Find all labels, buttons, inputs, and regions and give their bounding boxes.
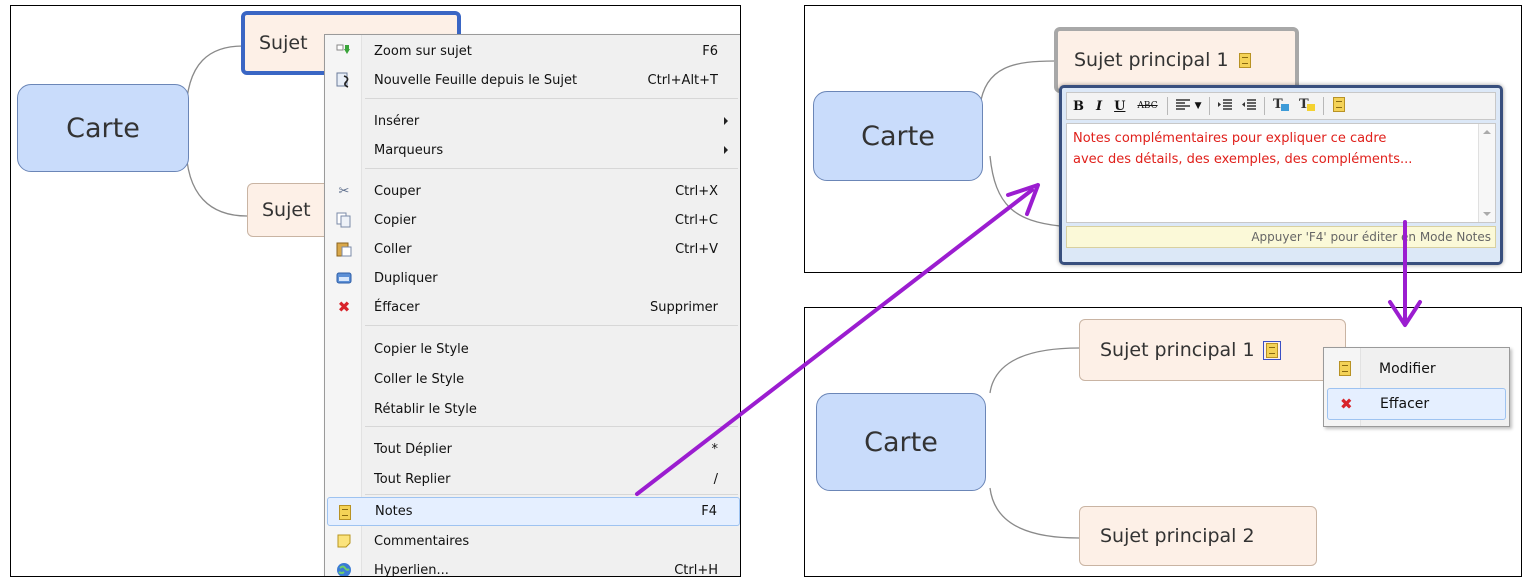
scrollbar[interactable] <box>1478 124 1495 222</box>
notes-icon <box>337 504 353 520</box>
menu-separator <box>365 494 738 495</box>
left-screenshot-panel: Carte Sujet Sujet Zoom sur sujet F6 Nouv… <box>10 5 741 577</box>
highlight-color-icon[interactable]: T <box>1298 96 1316 116</box>
outdent-icon[interactable] <box>1241 97 1257 116</box>
menu-item-collapse-all[interactable]: Tout Replier / <box>327 465 740 493</box>
topic-label: Sujet principal 1 <box>1100 339 1255 361</box>
zoom-topic-icon <box>336 43 352 59</box>
italic-button[interactable]: I <box>1096 99 1102 114</box>
globe-icon <box>336 562 352 576</box>
notes-icon <box>1339 361 1351 380</box>
note-editor: B I U ABC ▼ T T Notes complémentaires po… <box>1059 85 1503 265</box>
central-topic[interactable]: Carte <box>816 393 986 491</box>
text-color-icon[interactable]: T <box>1272 96 1290 116</box>
note-popup-menu: Modifier ✖ Effacer <box>1323 347 1510 427</box>
delete-x-icon: ✖ <box>337 298 351 316</box>
menu-item-paste-style[interactable]: Coller le Style <box>327 365 740 393</box>
bottom-right-screenshot-panel: Carte Sujet principal 1 Sujet principal … <box>804 307 1522 577</box>
top-right-screenshot-panel: Carte Sujet principal 1 B I U ABC ▼ T T … <box>804 5 1522 273</box>
menu-separator <box>365 168 738 169</box>
menu-item-comments[interactable]: Commentaires <box>327 527 740 555</box>
central-topic[interactable]: Carte <box>17 84 189 172</box>
toolbar-separator <box>1166 97 1168 115</box>
topic-label: Sujet principal 1 <box>1074 49 1229 71</box>
duplicate-icon <box>336 270 352 286</box>
menu-separator <box>365 98 738 99</box>
note-text: Notes complémentaires pour expliquer ce … <box>1073 131 1413 167</box>
menu-item-modify[interactable]: Modifier <box>1327 353 1506 385</box>
central-topic-label: Carte <box>861 120 935 152</box>
scissors-icon: ✂ <box>338 183 350 199</box>
topic-label: Sujet principal 2 <box>1100 525 1255 547</box>
menu-item-copy[interactable]: Copier Ctrl+C <box>327 206 740 234</box>
menu-item-delete[interactable]: ✖ Éffacer Supprimer <box>327 293 740 321</box>
menu-item-new-sheet[interactable]: Nouvelle Feuille depuis le Sujet Ctrl+Al… <box>327 66 740 94</box>
main-topic-1[interactable]: Sujet principal 1 <box>1054 27 1299 93</box>
menu-item-duplicate[interactable]: Dupliquer <box>327 264 740 292</box>
menu-item-zoom[interactable]: Zoom sur sujet F6 <box>327 37 740 65</box>
main-topic-1[interactable]: Sujet principal 1 <box>1079 319 1346 381</box>
main-topic-2[interactable]: Sujet principal 2 <box>1079 506 1317 566</box>
paste-icon <box>336 241 352 257</box>
menu-item-expand-all[interactable]: Tout Déplier * <box>327 435 740 463</box>
indent-icon[interactable] <box>1217 97 1233 116</box>
notes-icon[interactable] <box>1262 340 1281 360</box>
chevron-down-icon[interactable]: ▼ <box>1195 101 1202 111</box>
underline-button[interactable]: U <box>1114 99 1125 114</box>
toolbar-separator <box>1263 97 1265 115</box>
central-topic-label: Carte <box>66 112 140 144</box>
menu-item-notes[interactable]: Notes F4 <box>327 497 740 526</box>
strikethrough-button[interactable]: ABC <box>1137 101 1157 111</box>
toolbar-separator <box>1322 97 1324 115</box>
copy-icon <box>336 212 352 228</box>
align-left-icon[interactable] <box>1175 97 1191 116</box>
menu-separator <box>365 325 738 326</box>
comment-icon <box>336 533 352 549</box>
new-sheet-icon <box>336 72 352 88</box>
note-hint: Appuyer 'F4' pour éditer en Mode Notes <box>1066 226 1496 248</box>
note-text-area[interactable]: Notes complémentaires pour expliquer ce … <box>1066 123 1496 223</box>
central-topic-label: Carte <box>864 426 938 458</box>
toolbar-separator <box>1208 97 1210 115</box>
submenu-arrow-icon <box>724 117 728 125</box>
context-menu: Zoom sur sujet F6 Nouvelle Feuille depui… <box>324 34 740 576</box>
central-topic[interactable]: Carte <box>813 91 983 181</box>
note-toolbar: B I U ABC ▼ T T <box>1066 92 1496 120</box>
menu-item-cut[interactable]: ✂ Couper Ctrl+X <box>327 177 740 205</box>
menu-separator <box>365 426 738 427</box>
notes-icon[interactable] <box>1238 52 1251 68</box>
topic-label: Sujet <box>259 32 308 54</box>
submenu-arrow-icon <box>724 146 728 154</box>
menu-item-reset-style[interactable]: Rétablir le Style <box>327 395 740 423</box>
menu-item-delete[interactable]: ✖ Effacer <box>1327 388 1506 420</box>
menu-item-insert[interactable]: Insérer <box>327 107 740 135</box>
menu-item-paste[interactable]: Coller Ctrl+V <box>327 235 740 263</box>
topic-label: Sujet <box>262 199 311 221</box>
bold-button[interactable]: B <box>1073 99 1084 114</box>
delete-x-icon: ✖ <box>1340 395 1353 413</box>
menu-item-markers[interactable]: Marqueurs <box>327 136 740 164</box>
notes-icon[interactable] <box>1329 96 1345 116</box>
menu-item-copy-style[interactable]: Copier le Style <box>327 335 740 363</box>
